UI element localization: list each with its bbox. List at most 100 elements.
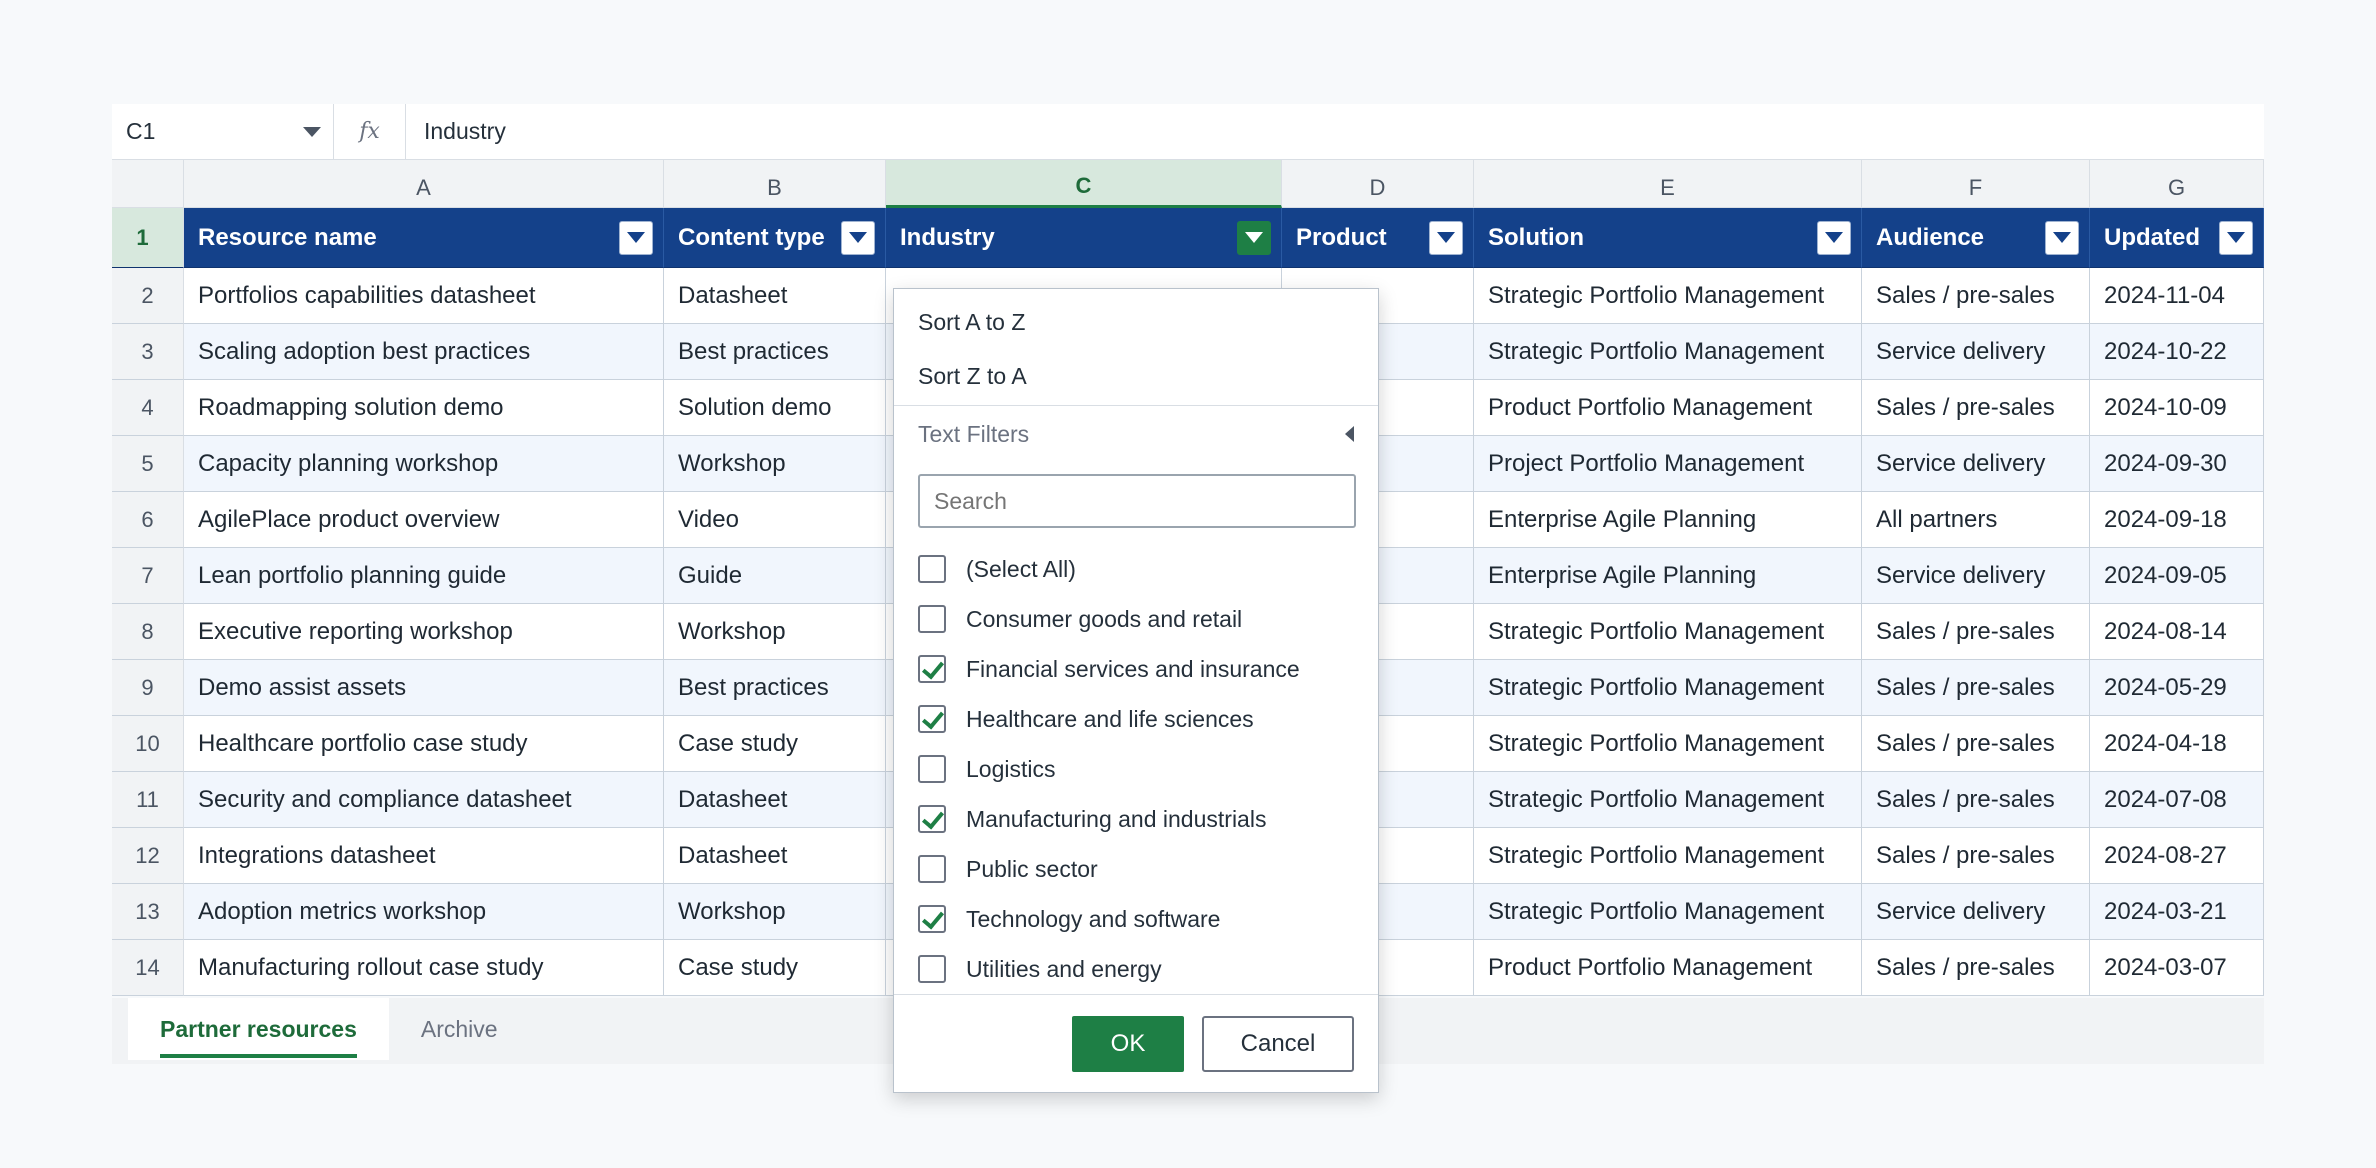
column-letter-d[interactable]: D bbox=[1282, 160, 1474, 208]
cell-updated[interactable]: 2024-10-22 bbox=[2090, 324, 2264, 380]
header-cell-resource-name[interactable]: Resource name bbox=[184, 208, 664, 268]
cell-resource-name[interactable]: Portfolios capabilities datasheet bbox=[184, 268, 664, 324]
filter-active-icon[interactable] bbox=[1237, 220, 1271, 255]
filter-dropdown-icon[interactable] bbox=[841, 220, 875, 255]
row-number[interactable]: 10 bbox=[112, 716, 184, 772]
cell-resource-name[interactable]: Demo assist assets bbox=[184, 660, 664, 716]
row-number[interactable]: 9 bbox=[112, 660, 184, 716]
cell-resource-name[interactable]: Manufacturing rollout case study bbox=[184, 940, 664, 996]
cell-updated[interactable]: 2024-09-30 bbox=[2090, 436, 2264, 492]
checkbox-checked-icon[interactable] bbox=[918, 655, 946, 683]
cell-resource-name[interactable]: Healthcare portfolio case study bbox=[184, 716, 664, 772]
checkbox-checked-icon[interactable] bbox=[918, 805, 946, 833]
sort-z-to-a-item[interactable]: Sort Z to A bbox=[894, 349, 1378, 403]
cell-resource-name[interactable]: Lean portfolio planning guide bbox=[184, 548, 664, 604]
row-number[interactable]: 7 bbox=[112, 548, 184, 604]
filter-option[interactable]: Logistics bbox=[918, 744, 1354, 794]
row-number[interactable]: 12 bbox=[112, 828, 184, 884]
cell-audience[interactable]: Sales / pre-sales bbox=[1862, 940, 2090, 996]
column-letter-g[interactable]: G bbox=[2090, 160, 2264, 208]
select-all-corner[interactable] bbox=[112, 160, 184, 208]
cell-audience[interactable]: Sales / pre-sales bbox=[1862, 716, 2090, 772]
column-letter-e[interactable]: E bbox=[1474, 160, 1862, 208]
filter-option[interactable]: Public sector bbox=[918, 844, 1354, 894]
row-number[interactable]: 4 bbox=[112, 380, 184, 436]
filter-option[interactable]: Consumer goods and retail bbox=[918, 594, 1354, 644]
cell-content-type[interactable]: Solution demo bbox=[664, 380, 886, 436]
checkbox-checked-icon[interactable] bbox=[918, 705, 946, 733]
filter-option[interactable]: Utilities and energy bbox=[918, 944, 1354, 994]
checkbox-icon[interactable] bbox=[918, 955, 946, 983]
cell-content-type[interactable]: Best practices bbox=[664, 324, 886, 380]
row-number[interactable]: 14 bbox=[112, 940, 184, 996]
sheet-tab-archive[interactable]: Archive bbox=[389, 998, 530, 1060]
sort-a-to-z-item[interactable]: Sort A to Z bbox=[894, 295, 1378, 349]
cell-solution[interactable]: Product Portfolio Management bbox=[1474, 940, 1862, 996]
row-number[interactable]: 2 bbox=[112, 268, 184, 324]
cell-audience[interactable]: Sales / pre-sales bbox=[1862, 660, 2090, 716]
column-letter-a[interactable]: A bbox=[184, 160, 664, 208]
cell-resource-name[interactable]: Integrations datasheet bbox=[184, 828, 664, 884]
checkbox-icon[interactable] bbox=[918, 755, 946, 783]
cell-updated[interactable]: 2024-10-09 bbox=[2090, 380, 2264, 436]
cell-updated[interactable]: 2024-11-04 bbox=[2090, 268, 2264, 324]
cell-updated[interactable]: 2024-07-08 bbox=[2090, 772, 2264, 828]
row-number[interactable]: 3 bbox=[112, 324, 184, 380]
checkbox-checked-icon[interactable] bbox=[918, 905, 946, 933]
cell-audience[interactable]: Sales / pre-sales bbox=[1862, 772, 2090, 828]
cell-resource-name[interactable]: Scaling adoption best practices bbox=[184, 324, 664, 380]
cell-solution[interactable]: Project Portfolio Management bbox=[1474, 436, 1862, 492]
cell-content-type[interactable]: Datasheet bbox=[664, 268, 886, 324]
row-number[interactable]: 1 bbox=[112, 208, 184, 268]
cell-content-type[interactable]: Workshop bbox=[664, 604, 886, 660]
column-letter-c[interactable]: C bbox=[886, 160, 1282, 208]
cell-solution[interactable]: Strategic Portfolio Management bbox=[1474, 660, 1862, 716]
checkbox-icon[interactable] bbox=[918, 555, 946, 583]
cell-audience[interactable]: All partners bbox=[1862, 492, 2090, 548]
cell-updated[interactable]: 2024-08-27 bbox=[2090, 828, 2264, 884]
cell-solution[interactable]: Strategic Portfolio Management bbox=[1474, 716, 1862, 772]
filter-dropdown-icon[interactable] bbox=[1429, 220, 1463, 255]
filter-dropdown-icon[interactable] bbox=[1817, 220, 1851, 255]
chevron-down-icon[interactable] bbox=[303, 126, 321, 137]
filter-dropdown-icon[interactable] bbox=[2045, 220, 2079, 255]
header-cell-updated[interactable]: Updated bbox=[2090, 208, 2264, 268]
cell-audience[interactable]: Sales / pre-sales bbox=[1862, 268, 2090, 324]
cell-content-type[interactable]: Case study bbox=[664, 940, 886, 996]
header-cell-audience[interactable]: Audience bbox=[1862, 208, 2090, 268]
text-filters-item[interactable]: Text Filters bbox=[894, 406, 1378, 462]
row-number[interactable]: 11 bbox=[112, 772, 184, 828]
cell-solution[interactable]: Strategic Portfolio Management bbox=[1474, 268, 1862, 324]
cell-updated[interactable]: 2024-03-21 bbox=[2090, 884, 2264, 940]
cell-content-type[interactable]: Datasheet bbox=[664, 772, 886, 828]
filter-search-input[interactable] bbox=[918, 474, 1356, 528]
filter-option[interactable]: Manufacturing and industrials bbox=[918, 794, 1354, 844]
cell-updated[interactable]: 2024-08-14 bbox=[2090, 604, 2264, 660]
cell-updated[interactable]: 2024-05-29 bbox=[2090, 660, 2264, 716]
header-cell-content-type[interactable]: Content type bbox=[664, 208, 886, 268]
cell-updated[interactable]: 2024-09-05 bbox=[2090, 548, 2264, 604]
cell-content-type[interactable]: Datasheet bbox=[664, 828, 886, 884]
function-icon[interactable]: fx bbox=[334, 103, 406, 160]
filter-option[interactable]: Technology and software bbox=[918, 894, 1354, 944]
column-letter-b[interactable]: B bbox=[664, 160, 886, 208]
cell-audience[interactable]: Sales / pre-sales bbox=[1862, 604, 2090, 660]
cell-content-type[interactable]: Guide bbox=[664, 548, 886, 604]
cell-updated[interactable]: 2024-09-18 bbox=[2090, 492, 2264, 548]
formula-input[interactable]: Industry bbox=[406, 118, 506, 145]
header-cell-industry[interactable]: Industry bbox=[886, 208, 1282, 268]
checkbox-icon[interactable] bbox=[918, 855, 946, 883]
row-number[interactable]: 5 bbox=[112, 436, 184, 492]
cell-updated[interactable]: 2024-04-18 bbox=[2090, 716, 2264, 772]
cell-solution[interactable]: Strategic Portfolio Management bbox=[1474, 324, 1862, 380]
cell-solution[interactable]: Strategic Portfolio Management bbox=[1474, 884, 1862, 940]
cell-audience[interactable]: Sales / pre-sales bbox=[1862, 380, 2090, 436]
cell-content-type[interactable]: Case study bbox=[664, 716, 886, 772]
cell-content-type[interactable]: Workshop bbox=[664, 884, 886, 940]
cell-solution[interactable]: Product Portfolio Management bbox=[1474, 380, 1862, 436]
row-number[interactable]: 13 bbox=[112, 884, 184, 940]
ok-button[interactable]: OK bbox=[1072, 1015, 1184, 1072]
cell-resource-name[interactable]: Security and compliance datasheet bbox=[184, 772, 664, 828]
filter-option[interactable]: Financial services and insurance bbox=[918, 644, 1354, 694]
header-cell-product[interactable]: Product bbox=[1282, 208, 1474, 268]
